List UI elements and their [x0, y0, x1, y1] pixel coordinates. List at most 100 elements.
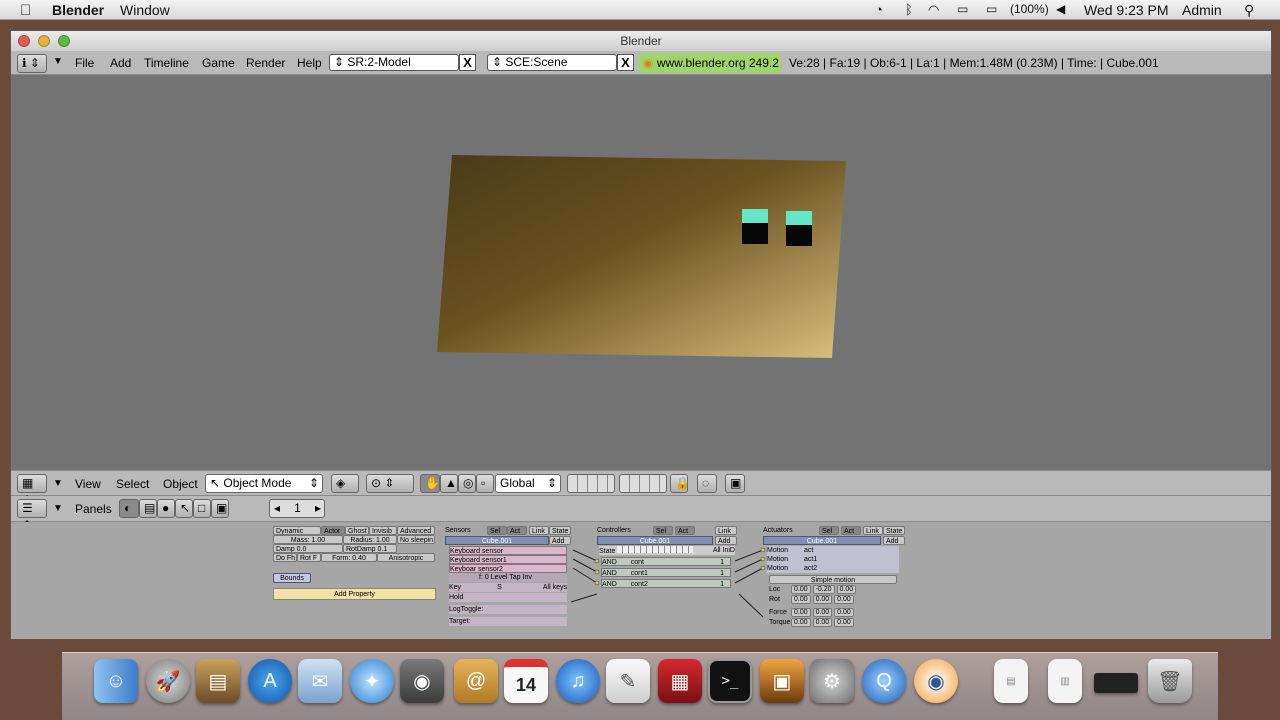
hand-manipulator-icon[interactable]: ✋ [420, 474, 440, 493]
motion-value[interactable]: 0.00 [812, 618, 833, 627]
physics-advanced-toggle[interactable]: Advanced [397, 526, 435, 535]
3d-viewport[interactable] [11, 75, 1271, 470]
menu-add[interactable]: Add [110, 56, 131, 70]
sensors-state-toggle[interactable]: State [549, 526, 571, 535]
translate-manipulator-icon[interactable]: ▲ [440, 474, 458, 493]
controllers-act-toggle[interactable]: Act [675, 526, 695, 535]
actuators-add-button[interactable]: Add [883, 536, 905, 545]
bounds-button[interactable]: Bounds [273, 573, 311, 583]
menu-window[interactable]: Window [120, 2, 170, 18]
physics-no-sleeping-toggle[interactable]: No sleepin [397, 535, 435, 544]
sensor-f-field[interactable]: f: 0 [449, 574, 489, 581]
physics-damp-field[interactable]: Damp 0.0 [273, 544, 343, 553]
blender-icon[interactable]: ◉ [914, 659, 958, 703]
itunes-icon[interactable]: ♫ [556, 659, 600, 703]
editing-context-icon[interactable]: □ [193, 499, 211, 518]
physics-radius-field[interactable]: Radius: 1.00 [343, 535, 397, 544]
app-store-icon[interactable]: A [248, 659, 292, 703]
script-context-icon[interactable]: ▤ [139, 499, 157, 518]
menu-object[interactable]: Object [163, 477, 198, 491]
delete-screen-button[interactable]: X [459, 54, 476, 71]
menu-view[interactable]: View [75, 477, 101, 491]
sensor-row[interactable]: Keyboard sensor [449, 546, 567, 555]
sensors-sel-toggle[interactable]: Sel [487, 526, 507, 535]
cube-left[interactable] [742, 209, 768, 244]
physics-do-fh-toggle[interactable]: Do Fh [273, 553, 297, 562]
sensors-act-toggle[interactable]: Act [507, 526, 527, 535]
motion-value[interactable]: 0.00 [812, 608, 833, 617]
physics-form-field[interactable]: Form: 0.40 [321, 553, 377, 562]
mode-select[interactable]: ↖ Object Mode ⇕ [205, 474, 323, 493]
add-property-button[interactable]: Add Property [273, 588, 436, 600]
sensor-key-value[interactable]: S [461, 584, 502, 591]
calendar-icon[interactable]: 14 [504, 659, 548, 703]
collapse-view-menu-icon[interactable]: ▼ [53, 478, 63, 489]
rotate-manipulator-icon[interactable]: ◎ [458, 474, 476, 493]
viewport-canvas[interactable] [11, 75, 1273, 470]
pivot-button[interactable]: ⊙ ⇕ [366, 474, 414, 493]
shading-context-icon[interactable]: ● [157, 499, 175, 518]
physics-actor-toggle[interactable]: Actor [321, 526, 345, 535]
motion-value[interactable]: 0.00 [791, 585, 811, 594]
sensor-all-keys-toggle[interactable]: All keys [543, 583, 567, 592]
motion-value[interactable]: 0.00 [834, 608, 854, 617]
buttons-editor-icon[interactable]: ☰ ⇕ [17, 499, 47, 532]
cube-right[interactable] [786, 211, 812, 246]
actuators-state-toggle[interactable]: State [883, 526, 905, 535]
menu-render[interactable]: Render [246, 56, 285, 70]
document-icon[interactable]: ▤ [994, 659, 1028, 703]
layer-buttons-group-2[interactable] [619, 474, 667, 493]
menu-panels[interactable]: Panels [75, 502, 112, 516]
controllers-add-button[interactable]: Add [715, 536, 737, 545]
object-context-icon[interactable]: ↖ [175, 499, 193, 518]
scale-manipulator-icon[interactable]: ▫ [476, 474, 494, 493]
actuator-row[interactable]: Motion act [767, 546, 899, 555]
sensor-inv-toggle[interactable]: Inv [523, 574, 532, 581]
sensor-target-field[interactable]: Target: [449, 617, 567, 626]
motion-value[interactable]: 0.00 [836, 585, 857, 594]
sensor-logtoggle-field[interactable]: LogToggle: [449, 605, 567, 614]
ground-plane[interactable] [437, 155, 846, 358]
logic-context-icon[interactable]: ◐ [119, 499, 139, 518]
motion-value[interactable]: -0.20 [812, 585, 835, 594]
controller-row[interactable]: AND cont2 1 [601, 579, 731, 588]
sensors-add-button[interactable]: Add [549, 536, 571, 545]
actuators-act-toggle[interactable]: Act [841, 526, 861, 535]
scene-context-icon[interactable]: ▣ [211, 499, 229, 518]
controllers-sel-toggle[interactable]: Sel [653, 526, 673, 535]
bluetooth-icon[interactable]: ᛒ [905, 2, 913, 17]
menu-app-name[interactable]: Blender [52, 2, 104, 18]
close-window-icon[interactable] [18, 35, 30, 47]
controller-row[interactable]: AND cont1 1 [601, 568, 731, 577]
sensors-link-toggle[interactable]: Link [529, 526, 549, 535]
mail-icon[interactable]: ✉ [298, 659, 342, 703]
volume-icon[interactable]: ◀ [1056, 2, 1065, 16]
system-preferences-icon[interactable]: ⚙ [810, 659, 854, 703]
zip-icon[interactable]: ▥ [1048, 659, 1082, 703]
controller-row[interactable]: AND cont 1 [601, 557, 731, 566]
state-mask-buttons[interactable] [617, 546, 694, 553]
frame-field[interactable]: ◂ 1 ▸ [269, 499, 325, 518]
menu-user[interactable]: Admin [1182, 2, 1222, 18]
scene-selector[interactable]: ⇕ SCE:Scene [487, 54, 617, 71]
physics-ghost-toggle[interactable]: Ghost [345, 526, 369, 535]
physics-rotdamp-field[interactable]: RotDamp 0.1 [343, 544, 397, 553]
screen-selector[interactable]: ⇕ SR:2-Model [329, 54, 459, 71]
grid-editor-icon[interactable]: ▦ ⇕ [17, 474, 47, 507]
sensor-level-toggle[interactable]: Level [491, 574, 508, 581]
actuator-row[interactable]: Motion act1 [767, 555, 899, 564]
motion-value[interactable]: 0.00 [834, 595, 854, 604]
battery-icon[interactable]: ▭ [986, 2, 997, 16]
terminal-icon[interactable]: >_ [708, 659, 752, 703]
spotlight-icon[interactable]: ⚲ [1244, 2, 1254, 19]
collapse-buttons-menu-icon[interactable]: ▼ [53, 503, 63, 514]
menu-file[interactable]: File [75, 56, 94, 70]
time-machine-icon[interactable]: ◔ [875, 2, 883, 17]
frame-decrement-icon[interactable]: ◂ [274, 500, 280, 517]
controllers-link-toggle[interactable]: Link [715, 526, 737, 535]
frame-increment-icon[interactable]: ▸ [315, 500, 324, 517]
preview-icon[interactable]: ▤ [196, 659, 240, 703]
sensor-tap-toggle[interactable]: Tap [509, 574, 520, 581]
finder-icon[interactable]: ☺ [94, 659, 138, 703]
collapse-menu-icon[interactable]: ▼ [53, 56, 63, 67]
